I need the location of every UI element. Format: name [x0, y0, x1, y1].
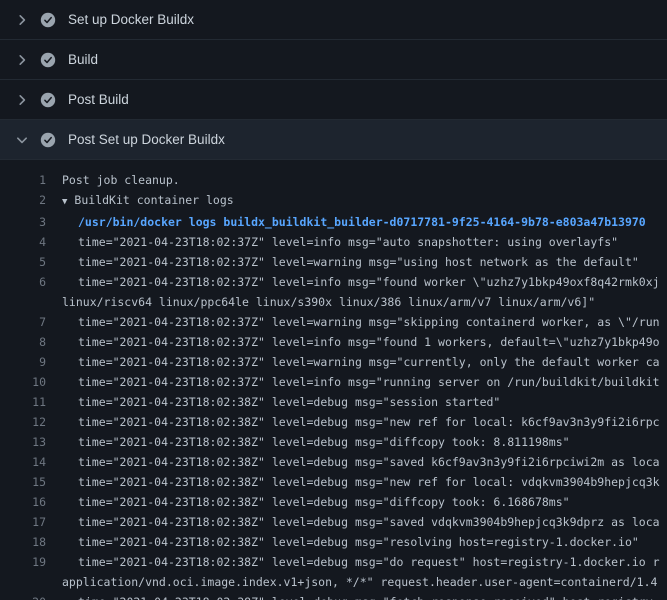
log-row: 10time="2021-04-23T18:02:37Z" level=info…: [0, 372, 667, 392]
log-line: time="2021-04-23T18:02:38Z" level=debug …: [46, 532, 639, 552]
log-row: 2 ▼ BuildKit container logs: [0, 190, 667, 212]
log-row: linux/riscv64 linux/ppc64le linux/s390x …: [0, 292, 667, 312]
log-line: application/vnd.oci.image.index.v1+json,…: [46, 572, 657, 592]
line-number[interactable]: 5: [0, 252, 46, 272]
log-row: 15time="2021-04-23T18:02:38Z" level=debu…: [0, 472, 667, 492]
line-number[interactable]: 14: [0, 452, 46, 472]
step-title: Post Build: [68, 92, 129, 107]
line-number[interactable]: 6: [0, 272, 46, 292]
log-row: 6time="2021-04-23T18:02:37Z" level=info …: [0, 272, 667, 292]
log-line: time="2021-04-23T18:02:38Z" level=debug …: [46, 392, 500, 412]
log-line: ▼ BuildKit container logs: [46, 190, 234, 212]
log-row: application/vnd.oci.image.index.v1+json,…: [0, 572, 667, 592]
log-row: 4time="2021-04-23T18:02:37Z" level=info …: [0, 232, 667, 252]
log-output: 1Post job cleanup.2 ▼ BuildKit container l…: [0, 160, 667, 600]
log-row: 19time="2021-04-23T18:02:38Z" level=debu…: [0, 552, 667, 572]
chevron-down-icon: [14, 132, 30, 148]
log-line: time="2021-04-23T18:02:38Z" level=debug …: [46, 552, 660, 572]
log-line: Post job cleanup.: [46, 170, 180, 190]
log-line: time="2021-04-23T18:02:38Z" level=debug …: [46, 452, 660, 472]
log-row: 20time="2021-04-23T18:02:38Z" level=debu…: [0, 592, 667, 600]
log-line: time="2021-04-23T18:02:37Z" level=warnin…: [46, 312, 660, 332]
log-line: time="2021-04-23T18:02:37Z" level=warnin…: [46, 352, 660, 372]
log-line: time="2021-04-23T18:02:37Z" level=info m…: [46, 332, 660, 352]
log-command-line: /usr/bin/docker logs buildx_buildkit_bui…: [46, 212, 646, 232]
line-number[interactable]: 18: [0, 532, 46, 552]
step-title: Post Set up Docker Buildx: [68, 132, 225, 147]
log-line: time="2021-04-23T18:02:37Z" level=info m…: [46, 372, 660, 392]
log-line: time="2021-04-23T18:02:37Z" level=info m…: [46, 232, 618, 252]
log-line: time="2021-04-23T18:02:38Z" level=debug …: [46, 492, 570, 512]
log-row: 11time="2021-04-23T18:02:38Z" level=debu…: [0, 392, 667, 412]
line-number[interactable]: 1: [0, 170, 46, 190]
step-header-post-build[interactable]: Post Build: [0, 80, 667, 120]
check-circle-icon: [40, 52, 56, 68]
line-number[interactable]: 10: [0, 372, 46, 392]
line-number[interactable]: 9: [0, 352, 46, 372]
log-line: time="2021-04-23T18:02:37Z" level=warnin…: [46, 252, 639, 272]
log-row: 8time="2021-04-23T18:02:37Z" level=info …: [0, 332, 667, 352]
line-number[interactable]: 19: [0, 552, 46, 572]
log-row: 14time="2021-04-23T18:02:38Z" level=debu…: [0, 452, 667, 472]
log-row: 17time="2021-04-23T18:02:38Z" level=debu…: [0, 512, 667, 532]
group-toggle-icon[interactable]: ▼: [62, 192, 67, 212]
step-header-build[interactable]: Build: [0, 40, 667, 80]
log-row: 13time="2021-04-23T18:02:38Z" level=debu…: [0, 432, 667, 452]
log-line: time="2021-04-23T18:02:37Z" level=info m…: [46, 272, 660, 292]
check-circle-icon: [40, 132, 56, 148]
check-circle-icon: [40, 12, 56, 28]
log-line: linux/riscv64 linux/ppc64le linux/s390x …: [46, 292, 595, 312]
chevron-right-icon: [14, 92, 30, 108]
line-number: [0, 572, 46, 592]
log-row: 9time="2021-04-23T18:02:37Z" level=warni…: [0, 352, 667, 372]
log-line: time="2021-04-23T18:02:38Z" level=debug …: [46, 432, 570, 452]
log-row: 16time="2021-04-23T18:02:38Z" level=debu…: [0, 492, 667, 512]
line-number[interactable]: 16: [0, 492, 46, 512]
check-circle-icon: [40, 92, 56, 108]
step-header-set-up-docker-buildx[interactable]: Set up Docker Buildx: [0, 0, 667, 40]
line-number[interactable]: 2: [0, 190, 46, 212]
line-number[interactable]: 20: [0, 592, 46, 600]
actions-log-viewer: Set up Docker Buildx Build Post Build Post …: [0, 0, 667, 600]
log-line: time="2021-04-23T18:02:38Z" level=debug …: [46, 472, 660, 492]
line-number[interactable]: 17: [0, 512, 46, 532]
step-title: Build: [68, 52, 98, 67]
log-row: 3/usr/bin/docker logs buildx_buildkit_bu…: [0, 212, 667, 232]
log-row: 18time="2021-04-23T18:02:38Z" level=debu…: [0, 532, 667, 552]
log-row: 5time="2021-04-23T18:02:37Z" level=warni…: [0, 252, 667, 272]
line-number[interactable]: 4: [0, 232, 46, 252]
step-title: Set up Docker Buildx: [68, 12, 194, 27]
log-row: 12time="2021-04-23T18:02:38Z" level=debu…: [0, 412, 667, 432]
line-number[interactable]: 7: [0, 312, 46, 332]
log-line: time="2021-04-23T18:02:38Z" level=debug …: [46, 512, 660, 532]
chevron-right-icon: [14, 52, 30, 68]
line-number[interactable]: 11: [0, 392, 46, 412]
line-number[interactable]: 15: [0, 472, 46, 492]
log-row: 7time="2021-04-23T18:02:37Z" level=warni…: [0, 312, 667, 332]
step-header-post-set-up-docker-buildx[interactable]: Post Set up Docker Buildx: [0, 120, 667, 160]
log-line: time="2021-04-23T18:02:38Z" level=debug …: [46, 412, 660, 432]
log-row: 1Post job cleanup.: [0, 170, 667, 190]
line-number[interactable]: 3: [0, 212, 46, 232]
line-number[interactable]: 13: [0, 432, 46, 452]
log-line: time="2021-04-23T18:02:38Z" level=debug …: [46, 592, 653, 600]
chevron-right-icon: [14, 12, 30, 28]
line-number[interactable]: 8: [0, 332, 46, 352]
line-number: [0, 292, 46, 312]
step-list: Set up Docker Buildx Build Post Build Post …: [0, 0, 667, 160]
line-number[interactable]: 12: [0, 412, 46, 432]
group-label: BuildKit container logs: [74, 193, 233, 207]
